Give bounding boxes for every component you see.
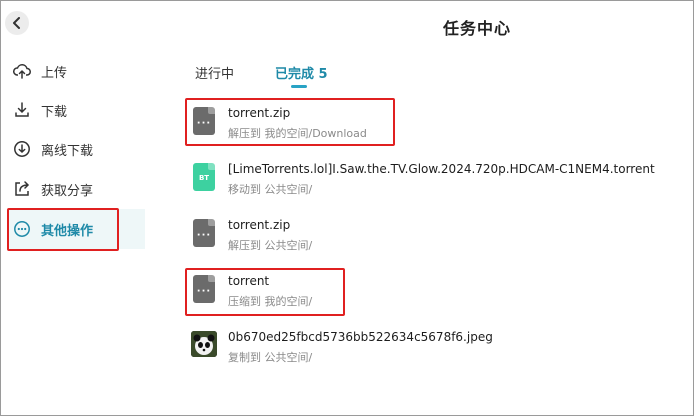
active-tab-indicator (291, 85, 307, 88)
zip-file-icon: ··· (193, 107, 215, 135)
task-center-window: 任务中心 上传 下载 离线下载 获取分享 其他操作 进行中 已完成 5 ··· … (0, 0, 694, 416)
zip-file-icon: ··· (193, 275, 215, 303)
page-title: 任务中心 (442, 19, 511, 38)
task-file-name: torrent (228, 274, 270, 288)
sidebar-item-other-operations[interactable]: 其他操作 (9, 209, 145, 249)
task-file-name: torrent.zip (228, 218, 291, 232)
bt-file-icon: BT (193, 163, 215, 191)
sidebar-item-download[interactable]: 下载 (9, 90, 145, 130)
task-item[interactable]: ··· torrent 压缩到 我的空间/ (191, 271, 651, 315)
task-detail: 解压到 我的空间/Download (228, 127, 367, 140)
tab-completed[interactable]: 已完成 5 (275, 63, 328, 82)
task-file-name: 0b670ed25fbcd5736bb522634c5678f6.jpeg (228, 330, 493, 344)
task-detail: 解压到 公共空间/ (228, 239, 313, 252)
more-icon (13, 220, 31, 238)
sidebar-item-upload[interactable]: 上传 (9, 51, 145, 91)
sidebar-item-label: 离线下载 (41, 143, 94, 159)
task-detail: 移动到 公共空间/ (228, 183, 313, 196)
sidebar-item-offline-download[interactable]: 离线下载 (9, 129, 145, 169)
sidebar-item-get-share[interactable]: 获取分享 (9, 169, 145, 209)
download-icon (13, 101, 31, 119)
task-item[interactable]: ··· torrent.zip 解压到 公共空间/ (191, 215, 651, 259)
task-detail: 复制到 公共空间/ (228, 351, 313, 364)
share-icon (13, 180, 31, 198)
tab-in-progress[interactable]: 进行中 (195, 63, 234, 82)
task-item[interactable]: BT [LimeTorrents.lol]I.Saw.the.TV.Glow.2… (191, 159, 655, 203)
sidebar-item-label: 下载 (41, 104, 68, 120)
task-detail: 压缩到 我的空间/ (228, 295, 313, 308)
task-item[interactable]: ··· torrent.zip 解压到 我的空间/Download (191, 103, 651, 147)
zip-file-icon: ··· (193, 219, 215, 247)
sidebar-item-label: 获取分享 (41, 183, 94, 199)
sidebar-item-label: 其他操作 (41, 223, 94, 239)
image-thumbnail (191, 331, 217, 357)
offline-download-icon (13, 140, 31, 158)
sidebar-item-label: 上传 (41, 65, 68, 81)
task-file-name: [LimeTorrents.lol]I.Saw.the.TV.Glow.2024… (228, 162, 655, 176)
task-file-name: torrent.zip (228, 106, 291, 120)
upload-icon (13, 62, 31, 80)
task-item[interactable]: 0b670ed25fbcd5736bb522634c5678f6.jpeg 复制… (191, 327, 651, 371)
